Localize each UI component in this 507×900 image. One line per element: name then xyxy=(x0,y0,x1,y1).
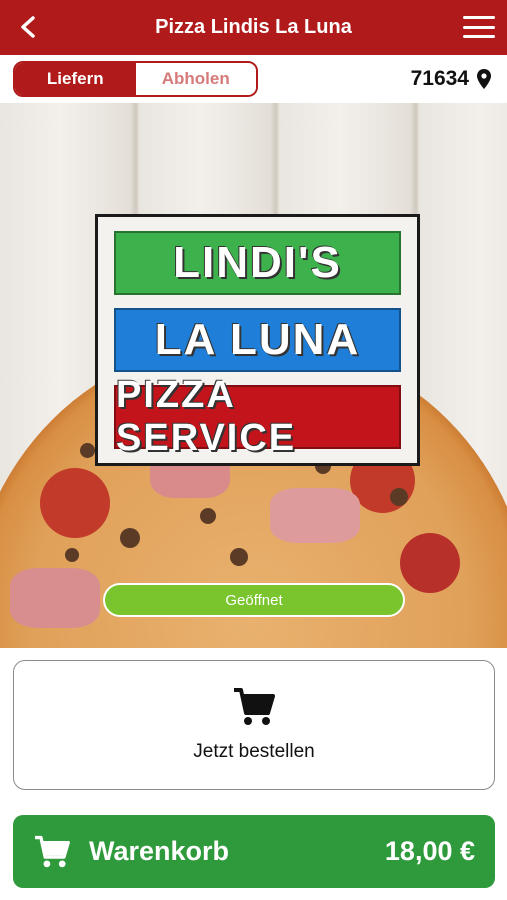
cart-total: 18,00 € xyxy=(384,836,475,866)
restaurant-hero: LINDI'S LA LUNA PIZZA SERVICE Geöffnet xyxy=(0,103,507,648)
order-now-label: Jetzt bestellen xyxy=(193,741,315,762)
order-now-button[interactable]: Jetzt bestellen xyxy=(13,660,495,790)
cart-label: Warenkorb xyxy=(89,836,230,866)
logo-line-2: LA LUNA xyxy=(114,308,401,372)
map-pin-icon xyxy=(477,69,491,89)
restaurant-logo: LINDI'S LA LUNA PIZZA SERVICE xyxy=(95,214,420,466)
logo-line-3: PIZZA SERVICE xyxy=(114,374,401,459)
shopping-cart-icon xyxy=(234,688,275,725)
location-selector[interactable]: 71634 xyxy=(411,67,491,91)
zip-code: 71634 xyxy=(410,67,469,90)
delivery-mode-toggle: Liefern Abholen xyxy=(13,61,258,97)
tab-abholen[interactable]: Abholen xyxy=(135,63,256,95)
cart-button[interactable]: Warenkorb 18,00 € xyxy=(13,815,495,888)
opening-status-badge: Geöffnet xyxy=(103,583,405,617)
app-header: Pizza Lindis La Luna xyxy=(0,0,507,55)
page-title: Pizza Lindis La Luna xyxy=(155,16,352,38)
logo-line-1: LINDI'S xyxy=(114,231,401,295)
menu-button[interactable] xyxy=(461,13,497,41)
hamburger-menu-icon xyxy=(463,16,495,19)
back-button[interactable] xyxy=(14,13,42,41)
mode-bar: Liefern Abholen 71634 xyxy=(0,55,507,103)
shopping-cart-icon xyxy=(35,835,70,867)
chevron-left-icon xyxy=(21,16,35,38)
tab-liefern[interactable]: Liefern xyxy=(15,63,136,95)
